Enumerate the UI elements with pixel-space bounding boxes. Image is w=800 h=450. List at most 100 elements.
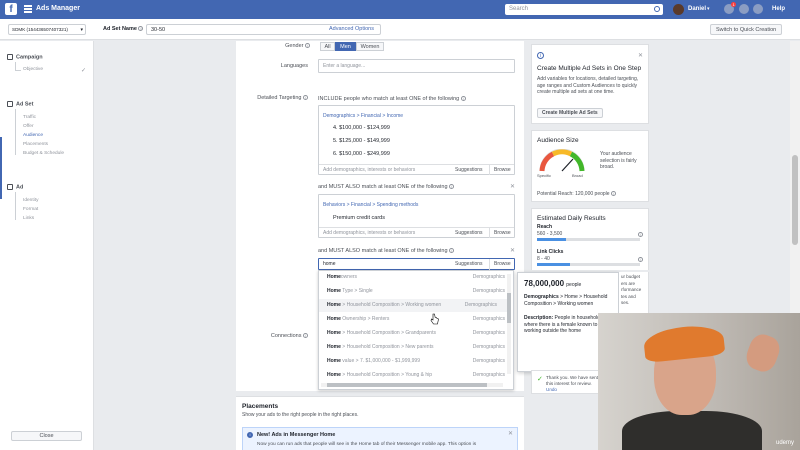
card-title: Estimated Daily Results bbox=[537, 215, 606, 222]
account-select[interactable]: SDMK (154436507407321) bbox=[8, 24, 86, 35]
notification-badge: 1 bbox=[731, 2, 737, 7]
group1-item[interactable]: 4. $100,000 - $124,999 bbox=[333, 125, 390, 131]
adset-toolbar: SDMK (154436507407321) Ad Set Name i 30-… bbox=[0, 19, 800, 40]
tree-line bbox=[15, 192, 16, 220]
must-also-instruction-text: and MUST ALSO match at least ONE of the … bbox=[318, 248, 448, 254]
sidebar-item-identity[interactable]: Identity bbox=[23, 198, 38, 203]
languages-input[interactable]: Enter a language... bbox=[318, 59, 515, 73]
close-icon[interactable]: ✕ bbox=[510, 247, 515, 254]
create-multiple-adsets-button[interactable]: Create Multiple Ad Sets bbox=[537, 108, 603, 118]
advanced-options-link[interactable]: Advanced Options bbox=[329, 26, 374, 32]
app-title[interactable]: Ads Manager bbox=[36, 5, 80, 12]
close-icon[interactable]: ✕ bbox=[638, 52, 643, 59]
divider bbox=[489, 228, 490, 238]
list-item[interactable]: Home > Household Composition > Working w… bbox=[319, 299, 507, 312]
menu-icon[interactable] bbox=[24, 5, 32, 13]
add-targeting-placeholder[interactable]: Add demographics, interests or behaviors bbox=[323, 230, 415, 236]
adset-icon bbox=[7, 101, 13, 107]
chevron-down-icon[interactable]: ▾ bbox=[707, 6, 710, 12]
help-link[interactable]: Help bbox=[772, 6, 785, 12]
info-icon: i bbox=[247, 432, 253, 438]
sidebar-item-offer[interactable]: Offer bbox=[23, 124, 34, 129]
info-icon[interactable]: i bbox=[303, 95, 308, 101]
info-icon[interactable]: i bbox=[610, 191, 616, 197]
page-scrollbar-thumb[interactable] bbox=[792, 155, 798, 245]
group2-breadcrumb[interactable]: Behaviors > Financial > Spending methods bbox=[323, 202, 418, 208]
list-item[interactable]: Home > Household Composition > New paren… bbox=[327, 344, 505, 358]
tooltip-audience-count: 78,000,000 people bbox=[524, 279, 612, 288]
sidebar-section-ad[interactable]: Ad bbox=[7, 184, 23, 190]
divider bbox=[319, 227, 514, 228]
group1-item[interactable]: 5. $125,000 - $149,999 bbox=[333, 138, 390, 144]
item-category: Demographics bbox=[472, 358, 505, 364]
info-icon[interactable]: i bbox=[638, 232, 643, 237]
messages-icon[interactable] bbox=[739, 4, 749, 14]
user-name[interactable]: Daniel bbox=[688, 6, 706, 12]
browse-button[interactable]: Browse bbox=[494, 167, 511, 173]
sidebar-item-links[interactable]: Links bbox=[23, 216, 34, 221]
group1-item[interactable]: 6. $150,000 - $249,999 bbox=[333, 151, 390, 157]
count-value: 78,000,000 bbox=[524, 279, 565, 288]
sidebar-section-adset[interactable]: Ad Set bbox=[7, 101, 33, 107]
item-category: Demographics bbox=[464, 302, 497, 308]
must-also-instruction: and MUST ALSO match at least ONE of the … bbox=[318, 248, 455, 254]
close-icon[interactable]: ✕ bbox=[510, 183, 515, 190]
browse-button[interactable]: Browse bbox=[494, 230, 511, 236]
search-icon[interactable] bbox=[654, 6, 660, 12]
audience-gauge bbox=[539, 149, 585, 172]
item-text: > Household Composition > Grandparents bbox=[340, 330, 436, 336]
info-icon[interactable]: i bbox=[303, 333, 308, 339]
dropdown-scrollbar-track[interactable] bbox=[507, 274, 511, 374]
info-icon[interactable]: i bbox=[460, 96, 466, 102]
close-icon[interactable]: ✕ bbox=[508, 430, 513, 437]
targeting-search-input[interactable]: home Suggestions Browse bbox=[318, 258, 515, 270]
gender-men-button[interactable]: Men bbox=[335, 42, 356, 51]
sidebar-section-label: Ad bbox=[16, 184, 24, 191]
sidebar-item-budget-schedule[interactable]: Budget & Schedule bbox=[23, 151, 64, 156]
gear-icon[interactable] bbox=[753, 4, 763, 14]
info-icon: i bbox=[537, 52, 544, 59]
suggestions-button[interactable]: Suggestions bbox=[455, 261, 483, 267]
user-avatar[interactable] bbox=[673, 4, 684, 15]
tree-tick bbox=[15, 70, 21, 71]
top-navigation-bar: f Ads Manager Search Daniel ▾ 1 Help bbox=[0, 0, 800, 19]
sidebar-item-traffic[interactable]: Traffic bbox=[23, 115, 36, 120]
targeting-suggestions-dropdown[interactable]: Homeowners Demographics Home Type > Singl… bbox=[318, 270, 514, 390]
thank-you-text: Thank you. We have sent this interest fo… bbox=[546, 375, 599, 386]
gender-all-button[interactable]: All bbox=[320, 42, 335, 51]
list-item[interactable]: Home Ownership > Renters Demographics bbox=[327, 316, 505, 330]
sidebar-item-format[interactable]: Format bbox=[23, 207, 38, 212]
info-icon[interactable]: i bbox=[449, 184, 455, 190]
budget-fragment: ur budget bbox=[621, 274, 641, 279]
list-item[interactable]: Homeowners Demographics bbox=[327, 274, 505, 288]
sidebar-item-placements[interactable]: Placements bbox=[23, 142, 48, 147]
list-item[interactable]: Home > Household Composition > Grandpare… bbox=[327, 330, 505, 344]
info-icon[interactable]: i bbox=[305, 43, 310, 49]
sidebar-section-campaign[interactable]: Campaign bbox=[7, 54, 43, 60]
dropdown-hscrollbar-thumb[interactable] bbox=[327, 383, 487, 387]
group1-breadcrumb[interactable]: Demographics > Financial > Income bbox=[323, 113, 403, 119]
undo-link[interactable]: Undo bbox=[546, 387, 557, 392]
dropdown-scrollbar-thumb[interactable] bbox=[507, 293, 511, 323]
info-icon[interactable]: i bbox=[138, 26, 144, 32]
browse-button[interactable]: Browse bbox=[494, 261, 511, 267]
info-icon[interactable]: i bbox=[449, 248, 455, 254]
add-targeting-placeholder[interactable]: Add demographics, interests or behaviors bbox=[323, 167, 415, 173]
switch-quick-creation-button[interactable]: Switch to Quick Creation bbox=[710, 24, 783, 35]
suggestions-button[interactable]: Suggestions bbox=[455, 230, 483, 236]
card-description: Add variables for locations, detailed ta… bbox=[537, 76, 639, 95]
close-button[interactable]: Close bbox=[11, 431, 82, 441]
check-icon: ✓ bbox=[537, 376, 543, 383]
clicks-value: 8 - 40 bbox=[537, 256, 550, 262]
facebook-logo-icon[interactable]: f bbox=[5, 3, 17, 15]
gender-women-button[interactable]: Women bbox=[356, 42, 384, 51]
sidebar-item-objective[interactable]: Objective bbox=[23, 67, 43, 72]
sidebar-item-audience[interactable]: Audience bbox=[23, 133, 43, 138]
info-icon[interactable]: i bbox=[638, 257, 643, 262]
suggestions-button[interactable]: Suggestions bbox=[455, 167, 483, 173]
list-item[interactable]: Home value > 7. $1,000,000 - $1,999,999 D… bbox=[327, 358, 505, 372]
search-input[interactable]: Search bbox=[505, 4, 663, 15]
group2-item[interactable]: Premium credit cards bbox=[333, 215, 385, 221]
clicks-bar-fill bbox=[537, 263, 570, 266]
gauge-label-specific: Specific bbox=[537, 173, 552, 178]
